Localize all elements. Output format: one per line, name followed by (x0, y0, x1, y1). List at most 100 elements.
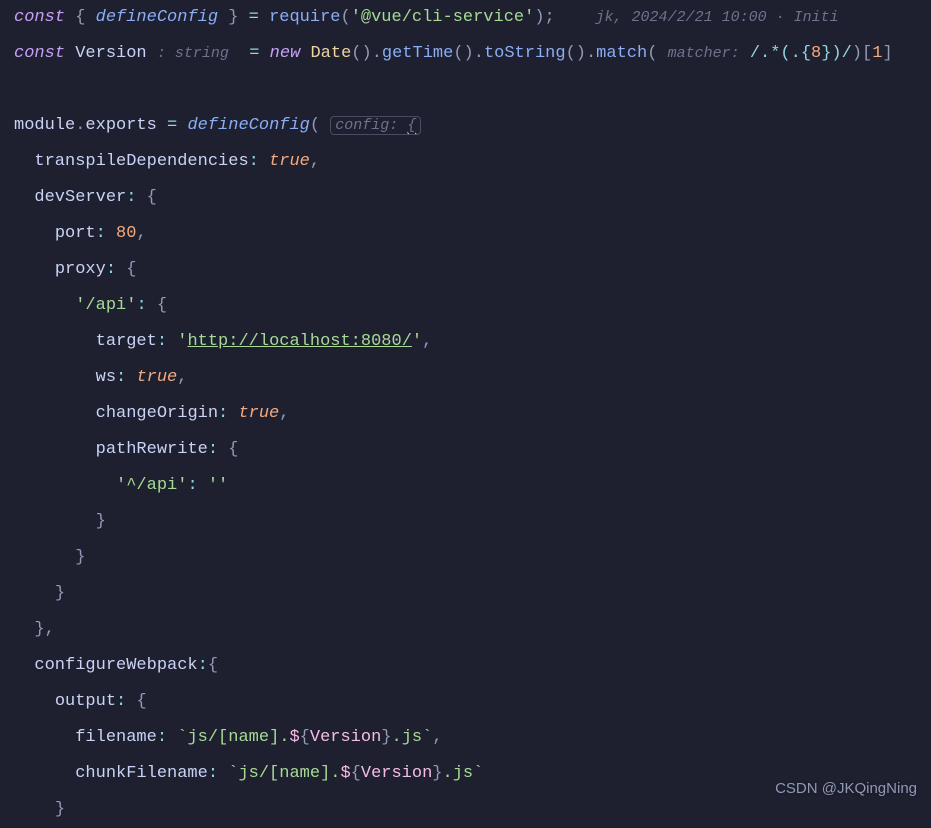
template-string: .js` (443, 764, 484, 783)
paren: ( (310, 116, 320, 135)
code-line[interactable]: filename: `js/[name].${Version}.js`, (14, 720, 931, 756)
property-key: ws (96, 368, 116, 387)
brace: { (136, 692, 146, 711)
operator: = (167, 116, 177, 135)
colon: : (218, 404, 228, 423)
code-line[interactable]: '/api': { (14, 288, 931, 324)
property-key: changeOrigin (96, 404, 218, 423)
comma: , (136, 224, 146, 243)
colon: : (106, 260, 116, 279)
brace: } (228, 8, 238, 27)
comma: , (432, 728, 442, 747)
keyword-const: const (14, 8, 65, 27)
identifier: Version (310, 728, 381, 747)
brace: } (381, 728, 391, 747)
code-line[interactable]: proxy: { (14, 252, 931, 288)
colon: : (136, 296, 146, 315)
colon: : (157, 332, 167, 351)
code-line[interactable]: }, (14, 612, 931, 648)
brace: } (55, 584, 65, 603)
colon: : (116, 368, 126, 387)
property-key: filename (75, 728, 157, 747)
code-line[interactable]: '^/api': '' (14, 468, 931, 504)
comma: , (310, 152, 320, 171)
colon: : (187, 476, 197, 495)
colon: : (198, 656, 208, 675)
code-line-blank[interactable] (14, 72, 931, 108)
paren: ) (534, 8, 544, 27)
brace: { (351, 764, 361, 783)
code-line[interactable]: const Version : string = new Date().getT… (14, 36, 931, 72)
code-line[interactable]: } (14, 576, 931, 612)
property-key: devServer (34, 188, 126, 207)
regex-num: 8 (811, 44, 821, 63)
brace: { (75, 8, 85, 27)
comma: , (177, 368, 187, 387)
template-dollar: $ (340, 764, 350, 783)
code-line[interactable]: transpileDependencies: true, (14, 144, 931, 180)
regex: /. (750, 44, 770, 63)
function-call: defineConfig (187, 116, 309, 135)
paren: ( (340, 8, 350, 27)
code-line[interactable]: configureWebpack:{ (14, 648, 931, 684)
method-call: match (596, 44, 647, 63)
code-line[interactable]: module.exports = defineConfig( config: { (14, 108, 931, 144)
regex: })/ (821, 44, 852, 63)
code-line[interactable]: const { defineConfig } = require('@vue/c… (14, 0, 931, 36)
dot: . (372, 44, 382, 63)
bracket: ] (882, 44, 892, 63)
colon: : (249, 152, 259, 171)
operator: = (249, 8, 259, 27)
property-key: target (96, 332, 157, 351)
code-editor[interactable]: const { defineConfig } = require('@vue/c… (0, 0, 931, 828)
code-line[interactable]: } (14, 540, 931, 576)
property-key: output (55, 692, 116, 711)
identifier: module (14, 116, 75, 135)
string-quote: ' (412, 332, 422, 351)
property-key-string: '^/api' (116, 476, 187, 495)
number: 1 (872, 44, 882, 63)
code-line[interactable]: ws: true, (14, 360, 931, 396)
watermark: CSDN @JKQingNing (775, 771, 917, 807)
brace: { (228, 440, 238, 459)
paren: ) (852, 44, 862, 63)
property-key: port (55, 224, 96, 243)
property-key: proxy (55, 260, 106, 279)
paren: () (351, 44, 371, 63)
brace: { (147, 188, 157, 207)
vcs-annotation: jk, 2024/2/21 10:00 · Initi (596, 9, 839, 26)
colon: : (208, 764, 218, 783)
template-string: `js/[name]. (228, 764, 340, 783)
param-hint: config: { (330, 116, 421, 135)
dot: . (474, 44, 484, 63)
identifier: Version (361, 764, 432, 783)
type-hint: : string (157, 45, 229, 62)
dot: . (586, 44, 596, 63)
code-line[interactable]: pathRewrite: { (14, 432, 931, 468)
url-string[interactable]: http://localhost:8080/ (187, 332, 411, 351)
code-line[interactable]: } (14, 504, 931, 540)
brace: } (432, 764, 442, 783)
identifier: Version (75, 44, 146, 63)
code-line[interactable]: devServer: { (14, 180, 931, 216)
paren: () (453, 44, 473, 63)
string: '' (208, 476, 228, 495)
bracket: [ (862, 44, 872, 63)
identifier: defineConfig (96, 8, 218, 27)
property-key: configureWebpack (34, 656, 197, 675)
code-line[interactable]: target: 'http://localhost:8080/', (14, 324, 931, 360)
code-line[interactable]: port: 80, (14, 216, 931, 252)
colon: : (157, 728, 167, 747)
paren: () (566, 44, 586, 63)
template-string: .js` (392, 728, 433, 747)
brace: } (55, 800, 65, 819)
code-line[interactable]: changeOrigin: true, (14, 396, 931, 432)
comma: , (422, 332, 432, 351)
identifier: exports (85, 116, 156, 135)
boolean: true (238, 404, 279, 423)
keyword-const: const (14, 44, 65, 63)
colon: : (116, 692, 126, 711)
brace: { (208, 656, 218, 675)
code-line[interactable]: output: { (14, 684, 931, 720)
class-name: Date (310, 44, 351, 63)
